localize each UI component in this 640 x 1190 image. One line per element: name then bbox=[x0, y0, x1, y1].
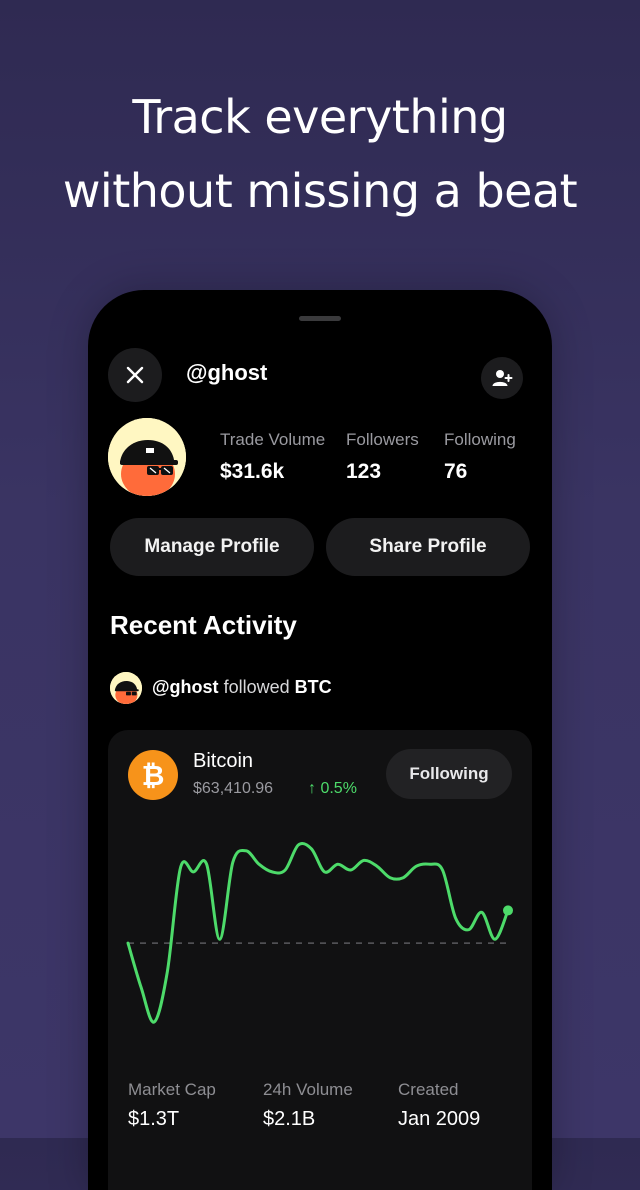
stat-trade-volume: Trade Volume $31.6k bbox=[220, 430, 325, 484]
stat-label: Trade Volume bbox=[220, 430, 326, 449]
coin-change-value: 0.5% bbox=[320, 780, 357, 797]
activity-action: followed bbox=[223, 677, 290, 697]
activity-avatar bbox=[110, 672, 142, 704]
headline: Track everything without missing a beat bbox=[0, 80, 640, 228]
metric-created: Created Jan 2009 bbox=[398, 1080, 480, 1131]
chart-series-line bbox=[126, 841, 510, 1024]
stat-value: 76 bbox=[444, 460, 468, 483]
headline-line-2: without missing a beat bbox=[62, 164, 578, 218]
chart-last-point bbox=[503, 905, 513, 916]
stat-label: Following bbox=[444, 430, 516, 449]
bitcoin-icon: ₿ bbox=[128, 750, 178, 800]
sheet-grabber[interactable] bbox=[299, 316, 341, 321]
stat-following[interactable]: Following 76 bbox=[444, 430, 516, 484]
metric-label: Created bbox=[398, 1080, 459, 1099]
stat-value: 123 bbox=[346, 460, 382, 483]
profile-handle: @ghost bbox=[186, 360, 268, 385]
activity-user[interactable]: @ghost bbox=[152, 677, 219, 697]
arrow-up-icon: ↑ bbox=[308, 780, 316, 797]
metric-value: $2.1B bbox=[263, 1108, 316, 1130]
metric-24h-volume: 24h Volume $2.1B bbox=[263, 1080, 353, 1131]
coin-card[interactable]: ₿ Bitcoin $63,410.96 ↑ 0.5% Following Ma… bbox=[108, 730, 532, 1190]
metric-market-cap: Market Cap $1.3T bbox=[128, 1080, 216, 1131]
activity-target[interactable]: BTC bbox=[295, 677, 332, 697]
stat-label: Followers bbox=[346, 430, 419, 449]
headline-line-1: Track everything bbox=[132, 90, 508, 144]
metric-label: 24h Volume bbox=[263, 1080, 353, 1099]
coin-change: ↑ 0.5% bbox=[308, 780, 357, 798]
add-user-icon bbox=[492, 370, 513, 386]
recent-activity-title: Recent Activity bbox=[110, 610, 297, 640]
price-chart bbox=[126, 841, 513, 1024]
activity-item[interactable]: @ghost followed BTC bbox=[152, 677, 332, 698]
stat-followers[interactable]: Followers 123 bbox=[346, 430, 419, 484]
coin-name: Bitcoin bbox=[193, 750, 254, 772]
phone-frame: @ghost Trade Volume $31.6k Followers 123… bbox=[88, 290, 552, 1190]
share-profile-button[interactable]: Share Profile bbox=[326, 518, 530, 576]
metric-value: $1.3T bbox=[128, 1108, 180, 1130]
add-friend-button[interactable] bbox=[481, 357, 523, 399]
manage-profile-button[interactable]: Manage Profile bbox=[110, 518, 314, 576]
close-button[interactable] bbox=[108, 348, 162, 402]
metric-label: Market Cap bbox=[128, 1080, 216, 1099]
close-icon bbox=[126, 366, 144, 384]
coin-price: $63,410.96 bbox=[193, 780, 274, 797]
metric-value: Jan 2009 bbox=[398, 1108, 481, 1130]
ghost-avatar-icon bbox=[110, 672, 142, 704]
stat-value: $31.6k bbox=[220, 460, 285, 483]
avatar bbox=[108, 418, 186, 496]
ghost-avatar-icon bbox=[108, 418, 186, 496]
following-button[interactable]: Following bbox=[386, 749, 512, 799]
